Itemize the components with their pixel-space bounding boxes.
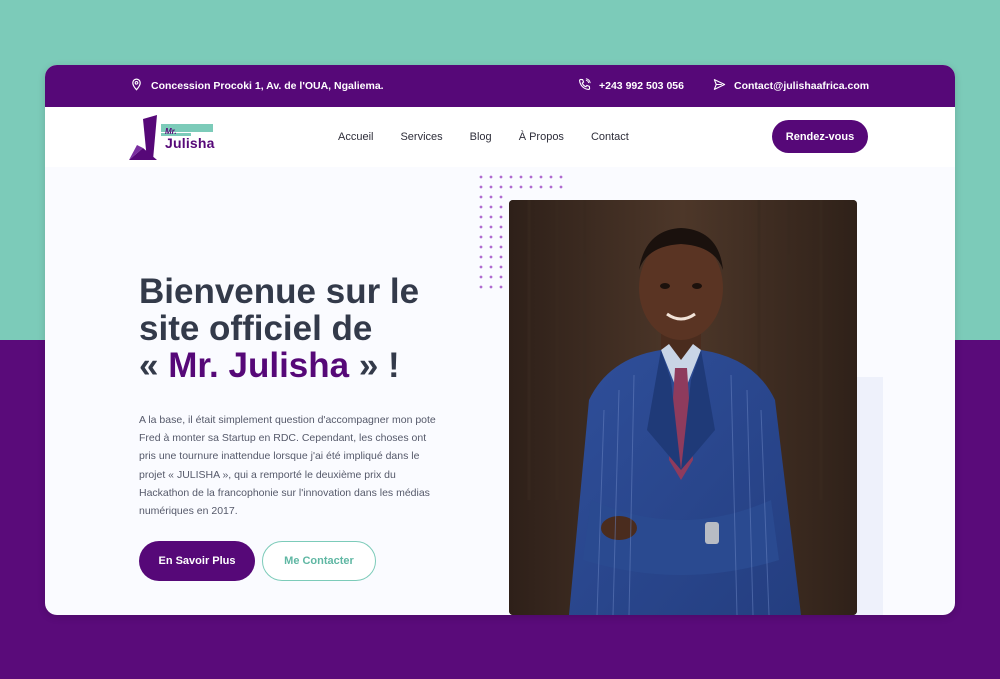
rendez-vous-button[interactable]: Rendez-vous [772,120,868,153]
phone-text: +243 992 503 056 [599,80,684,92]
hero-title-line1: Bienvenue sur le [139,272,420,311]
email-item[interactable]: Contact@julishaafrica.com [713,65,869,107]
address-item: Concession Procoki 1, Av. de l'OUA, Ngal… [130,65,384,107]
nav-menu: Accueil Services Blog À Propos Contact [338,107,629,167]
browser-window: Concession Procoki 1, Av. de l'OUA, Ngal… [45,65,955,615]
nav-item-services[interactable]: Services [400,131,442,143]
nav-item-blog[interactable]: Blog [470,131,492,143]
nav-item-contact[interactable]: Contact [591,131,629,143]
contact-me-button[interactable]: Me Contacter [262,541,376,581]
address-text: Concession Procoki 1, Av. de l'OUA, Ngal… [151,80,384,92]
hero-description: A la base, il était simplement question … [139,414,436,518]
portrait-photo [509,200,857,615]
hero-title-line2: site officiel de [139,309,373,348]
nav-item-a-propos[interactable]: À Propos [519,131,564,143]
phone-item[interactable]: +243 992 503 056 [578,65,684,107]
hero-title-open-quote: « [139,346,169,385]
hero-title-highlight: Mr. Julisha [168,346,350,385]
email-text: Contact@julishaafrica.com [734,80,870,92]
decorative-panel [853,377,883,615]
location-pin-icon [130,78,143,94]
logo-name-text: Julisha [165,135,215,151]
hero-title: Bienvenue sur le site officiel de « Mr. … [139,273,469,384]
hero-title-close-quote: » ! [349,346,400,385]
top-info-bar: Concession Procoki 1, Av. de l'OUA, Ngal… [45,65,955,107]
send-icon [713,78,726,94]
phone-icon [578,78,591,94]
nav-item-accueil[interactable]: Accueil [338,131,373,143]
main-nav: Mr. Julisha Accueil Services Blog À Prop… [45,107,955,167]
learn-more-button[interactable]: En Savoir Plus [139,541,255,581]
